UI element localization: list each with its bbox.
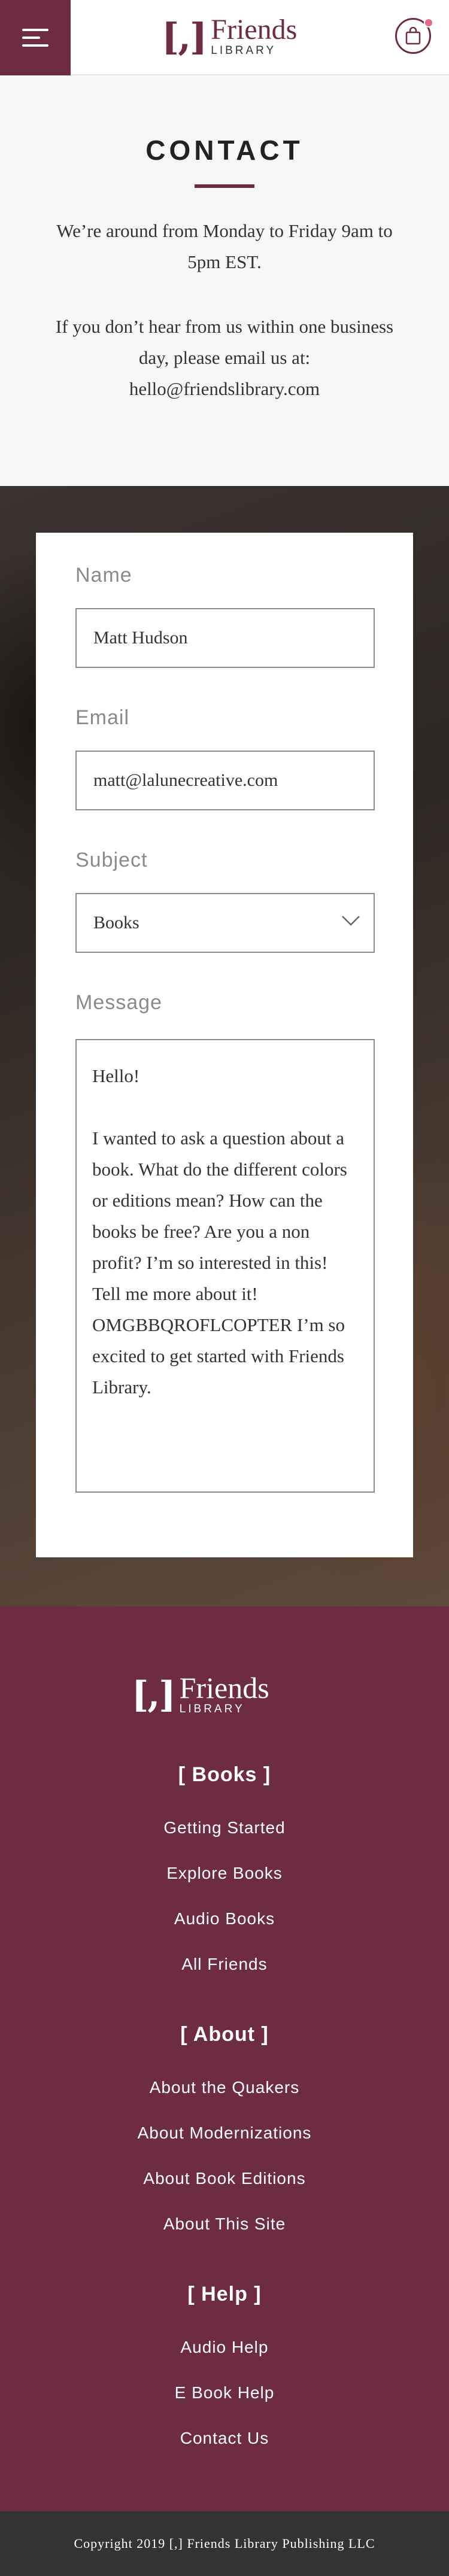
hours-text: We’re around from Monday to Friday 9am t… [56,220,393,272]
footer-link-ebook-help[interactable]: E Book Help [0,2383,449,2402]
shopping-bag-icon [405,27,421,45]
site-logo[interactable]: [,] Friends LIBRARY [162,13,323,61]
footer-link-all-friends[interactable]: All Friends [0,1955,449,1974]
footer-heading-books: [ Books ] [178,1763,271,1786]
footer-link-about-this-site[interactable]: About This Site [0,2214,449,2234]
subject-select[interactable]: Books [75,893,375,953]
message-textarea[interactable]: Hello! I wanted to ask a question about … [75,1039,375,1493]
logo-mark: [,] [162,15,207,59]
footer-logo-mark: [,] [132,1674,176,1716]
contact-form: Name Matt Hudson Email matt@lalunecreati… [36,533,413,1557]
email-note-text: If you don’t hear from us within one bus… [55,316,394,399]
logo-word-library: LIBRARY [211,44,277,57]
subject-selected-value: Books [93,913,139,932]
footer-logo-word-library: LIBRARY [179,1702,245,1715]
site-footer: [,] Friends LIBRARY [ Books ] Getting St… [0,1606,449,2511]
cart-badge [424,18,433,28]
menu-button[interactable] [0,0,71,75]
name-label: Name [75,564,132,587]
footer-link-audio-help[interactable]: Audio Help [0,2338,449,2357]
footer-link-about-modernizations[interactable]: About Modernizations [0,2124,449,2143]
site-header: [,] Friends LIBRARY [0,0,449,75]
footer-link-explore-books[interactable]: Explore Books [0,1864,449,1883]
page-title: CONTACT [145,135,304,166]
email-field[interactable]: matt@lalunecreative.com [75,751,375,810]
footer-link-audio-books[interactable]: Audio Books [0,1909,449,1928]
footer-link-about-quakers[interactable]: About the Quakers [0,2078,449,2097]
contact-intro: CONTACT We’re around from Monday to Frid… [0,77,449,486]
contact-form-section: Name Matt Hudson Email matt@lalunecreati… [0,486,449,1606]
footer-link-contact-us[interactable]: Contact Us [0,2429,449,2448]
hamburger-menu-icon [22,29,48,47]
footer-heading-about: [ About ] [180,2023,269,2046]
chevron-down-icon [342,916,360,926]
subject-label: Subject [75,849,148,871]
title-underline [195,184,254,188]
name-field[interactable]: Matt Hudson [75,608,375,668]
footer-heading-help: [ Help ] [187,2283,262,2305]
copyright-bar: Copyright 2019 [,] Friends Library Publi… [0,2511,449,2576]
message-label: Message [75,991,162,1014]
footer-logo[interactable]: [,] Friends LIBRARY [132,1671,317,1719]
email-label: Email [75,706,130,729]
footer-link-about-book-editions[interactable]: About Book Editions [0,2169,449,2188]
footer-logo-word-friends: Friends [179,1670,269,1705]
logo-word-friends: Friends [211,14,298,46]
footer-link-getting-started[interactable]: Getting Started [0,1818,449,1837]
